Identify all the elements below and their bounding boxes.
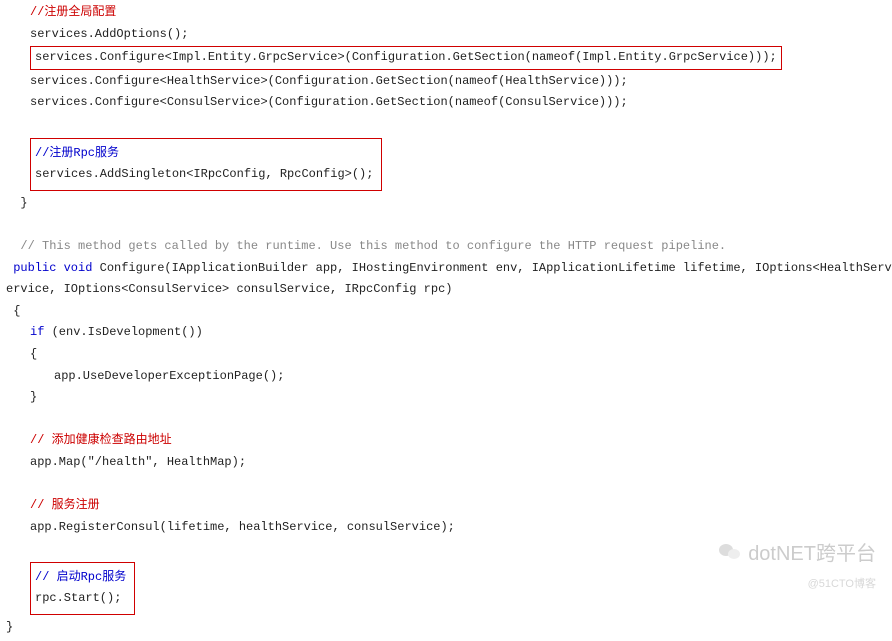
brace: } [30, 387, 37, 409]
code-line: services.Configure<ConsulService>(Config… [30, 92, 628, 114]
code-line: app.RegisterConsul(lifetime, healthServi… [30, 517, 455, 539]
comment: // 服务注册 [30, 495, 100, 517]
code-line: (env.IsDevelopment()) [44, 325, 202, 339]
keyword: public void [6, 261, 92, 275]
code-block: //注册全局配置 services.AddOptions(); services… [0, 0, 892, 641]
brace: { [6, 304, 20, 318]
comment: // 添加健康检查路由地址 [30, 430, 172, 452]
code-line: services.AddSingleton<IRpcConfig, RpcCon… [35, 167, 373, 181]
code-line: ervice, IOptions<ConsulService> consulSe… [6, 282, 452, 296]
brace [6, 196, 20, 210]
keyword: if [30, 325, 44, 339]
highlighted-line: services.Configure<Impl.Entity.GrpcServi… [30, 46, 782, 70]
brace: { [30, 344, 37, 366]
code-line: app.UseDeveloperExceptionPage(); [54, 366, 284, 388]
code-line: services.Configure<HealthService>(Config… [30, 71, 628, 93]
code-line: rpc.Start(); [35, 591, 121, 605]
highlighted-block: //注册Rpc服务 services.AddSingleton<IRpcConf… [30, 138, 382, 191]
comment: // 启动Rpc服务 [35, 570, 126, 584]
highlighted-block: // 启动Rpc服务 rpc.Start(); [30, 562, 135, 615]
comment [6, 239, 20, 253]
code-line: app.Map("/health", HealthMap); [30, 452, 246, 474]
comment: //注册全局配置 [30, 2, 116, 24]
comment: //注册Rpc服务 [35, 146, 119, 160]
code-line: services.AddOptions(); [30, 24, 188, 46]
brace: } [6, 620, 13, 634]
comment: // This method gets called by the runtim… [20, 239, 726, 253]
code-line: Configure(IApplicationBuilder app, IHost… [92, 261, 892, 275]
brace: } [20, 196, 27, 210]
